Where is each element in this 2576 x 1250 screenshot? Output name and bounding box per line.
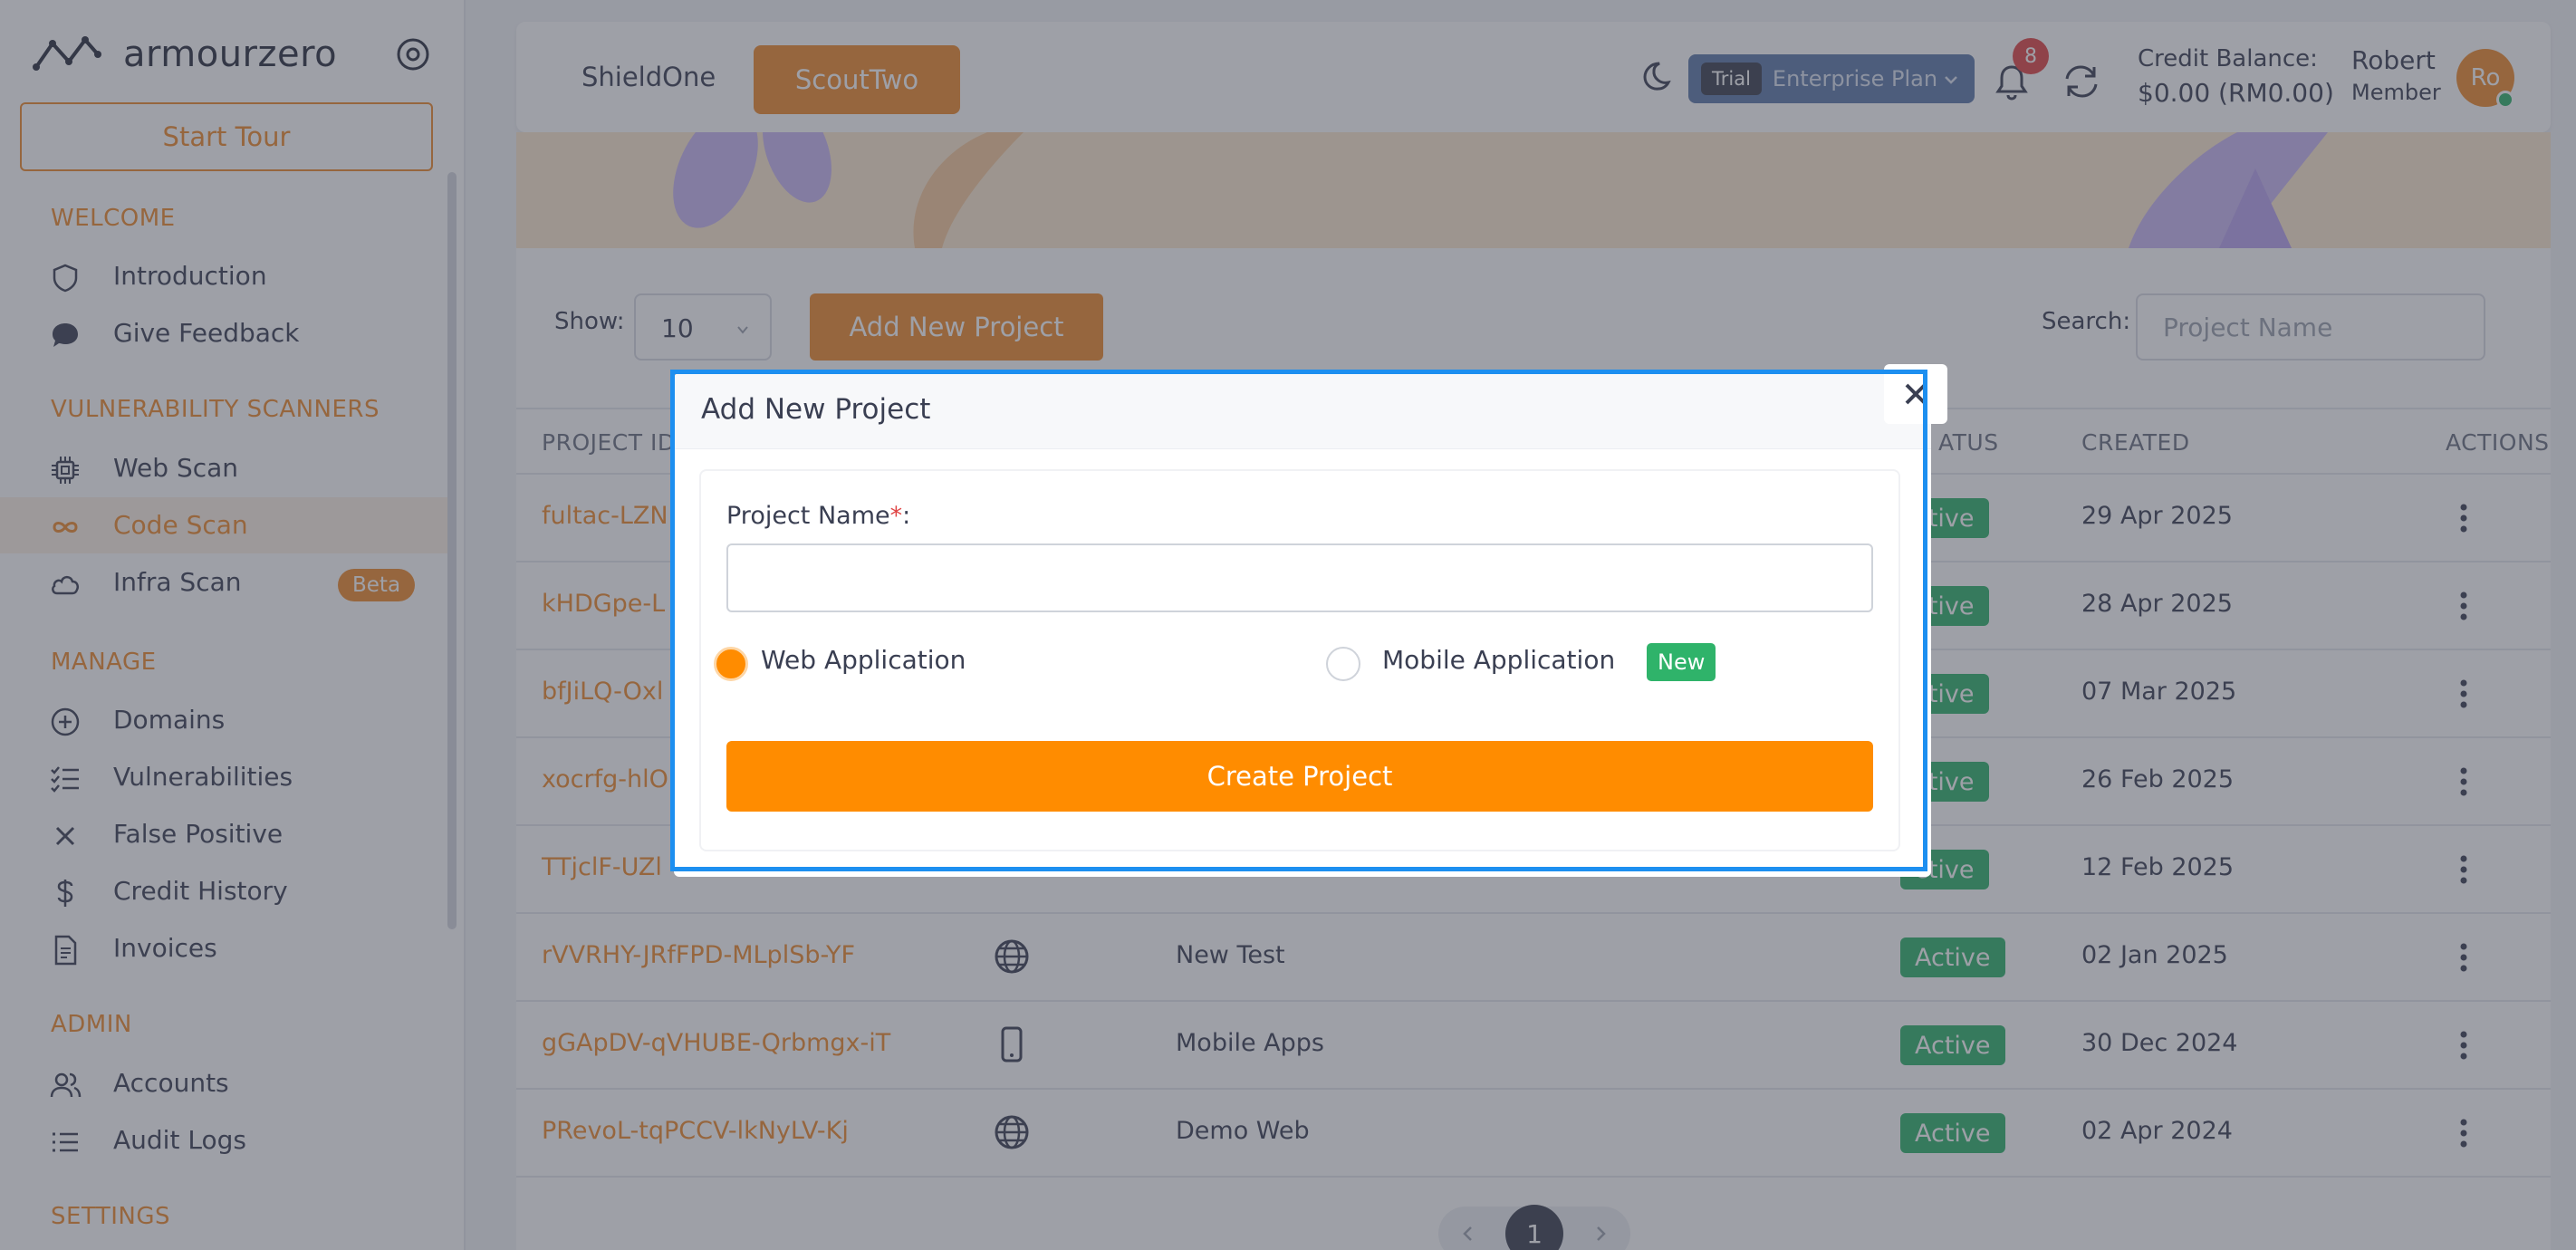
radio-mobile-application-label[interactable]: Mobile Application	[1382, 645, 1615, 675]
radio-web-application[interactable]	[714, 647, 748, 681]
add-project-modal: Add New Project Project Name*: Web Appli…	[674, 373, 1931, 877]
close-modal-button[interactable]	[1884, 364, 1947, 424]
modal-header: Add New Project	[674, 373, 1931, 449]
close-icon	[1905, 383, 1927, 405]
radio-web-application-label[interactable]: Web Application	[761, 645, 966, 675]
create-project-button[interactable]: Create Project	[726, 741, 1873, 812]
project-name-input[interactable]	[726, 543, 1873, 612]
project-name-label: Project Name*:	[726, 502, 910, 530]
project-name-label-text: Project Name	[726, 502, 890, 530]
radio-mobile-application[interactable]	[1326, 647, 1360, 681]
modal-body: Project Name*: Web Application Mobile Ap…	[701, 471, 1898, 850]
new-badge: New	[1647, 643, 1716, 681]
required-mark: *	[889, 502, 903, 530]
modal-title: Add New Project	[701, 393, 931, 426]
label-colon: :	[902, 502, 911, 530]
